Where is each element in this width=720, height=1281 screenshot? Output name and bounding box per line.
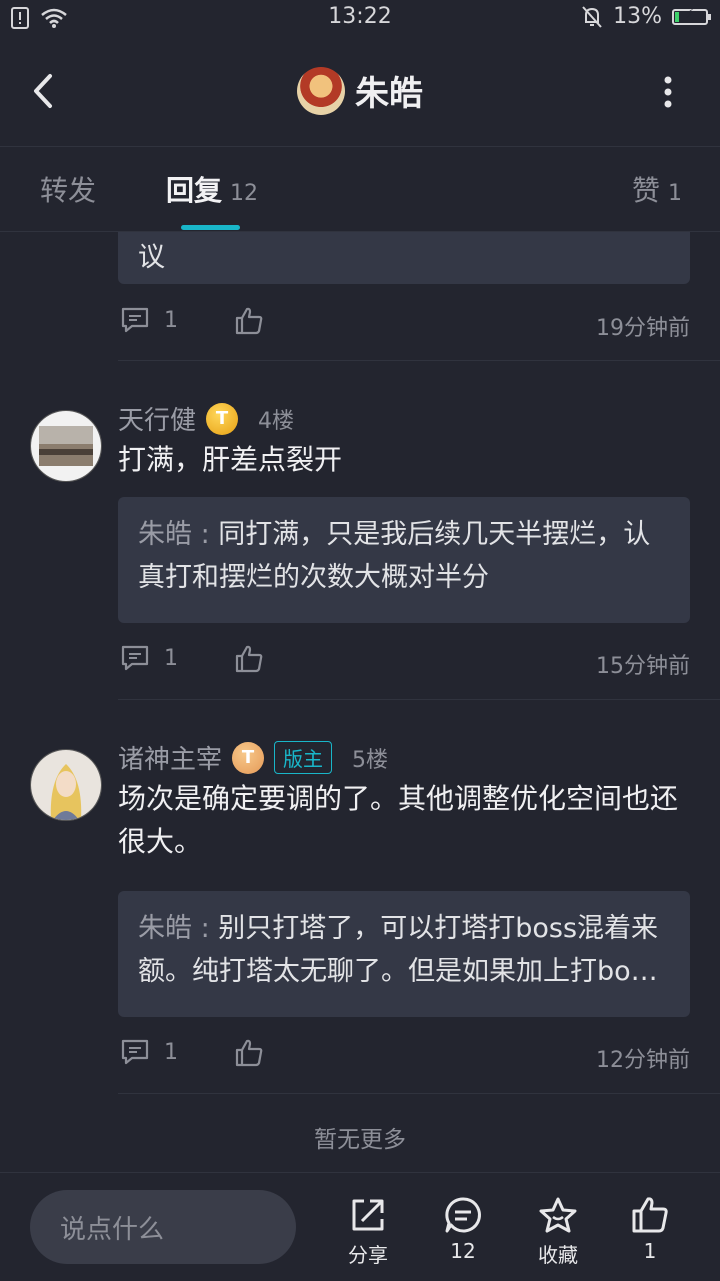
avatar-image (31, 750, 101, 820)
status-bar: 13:22 13% ⚡ (0, 0, 720, 36)
tab-reply-count: 12 (230, 181, 259, 206)
quote-card[interactable]: 议 (118, 232, 690, 284)
comment-icon (121, 645, 149, 671)
likes-count: 1 (643, 1239, 657, 1263)
tab-likes[interactable]: 赞1 (632, 169, 682, 209)
reply-time: 19分钟前 (596, 316, 690, 341)
tab-reply-label: 回复 (166, 174, 223, 207)
comment-count: 1 (164, 307, 178, 333)
battery-percent: 13% (613, 4, 662, 29)
post-content: 打满，肝差点裂开 (118, 443, 343, 476)
author-avatar[interactable] (297, 66, 345, 115)
like-button[interactable] (234, 644, 264, 674)
comment-count: 1 (164, 1039, 178, 1065)
author-name[interactable]: 诸神主宰 (118, 739, 222, 776)
author-row: 诸神主宰 T 版主 5楼 (118, 739, 388, 776)
thumbs-up-icon (235, 645, 263, 673)
moderator-badge: 版主 (274, 741, 333, 774)
floor-number: 5楼 (352, 747, 389, 773)
divider (118, 1093, 720, 1094)
tab-forward[interactable]: 转发 (40, 169, 96, 209)
end-of-list-text: 暂无更多 (314, 1127, 406, 1153)
share-button[interactable]: 分享 (328, 1195, 408, 1268)
avatar[interactable] (30, 749, 102, 821)
page-title: 朱皓 (355, 74, 423, 114)
like-button[interactable] (234, 306, 264, 336)
reply-list[interactable]: 议 1 19分钟前 天行健 T 4楼 打满，肝差点裂开 朱皓 : 同打满，只是我… (0, 232, 720, 1172)
comment-count: 1 (164, 645, 178, 671)
bottom-action-bar: 说点什么 分享 12 收藏 1 (0, 1172, 720, 1281)
tab-likes-label: 赞 (632, 174, 661, 207)
floor-number: 4楼 (258, 408, 295, 434)
quote-text: 议 (138, 242, 165, 273)
like-post-button[interactable]: 1 (610, 1195, 690, 1263)
avatar-image (31, 411, 101, 481)
star-icon (539, 1197, 577, 1233)
comments-count: 12 (450, 1239, 476, 1263)
more-vertical-icon (664, 76, 672, 108)
level-badge-icon: T (232, 741, 265, 774)
comment-button[interactable]: 1 (120, 644, 178, 672)
thumbs-up-icon (235, 1039, 263, 1067)
quote-author: 朱皓 : (138, 913, 219, 944)
quote-card[interactable]: 朱皓 : 同打满，只是我后续几天半摆烂，认真打和摆烂的次数大概对半分 (118, 497, 690, 623)
comment-icon (121, 1039, 149, 1065)
author-row: 天行健 T 4楼 (118, 400, 294, 437)
divider (118, 699, 720, 700)
thumbs-up-icon (235, 307, 263, 335)
tab-reply[interactable]: 回复 12 (166, 169, 258, 209)
avatar[interactable] (30, 410, 102, 482)
top-app-bar: 朱皓 (0, 36, 720, 147)
comment-bubble-icon (445, 1197, 481, 1233)
reply-actions: 1 15分钟前 (118, 644, 690, 684)
comment-button[interactable]: 1 (120, 306, 178, 334)
comments-button[interactable]: 12 (423, 1195, 503, 1263)
active-tab-indicator (181, 225, 240, 230)
comment-button[interactable]: 1 (120, 1038, 178, 1066)
level-badge-icon: T (206, 402, 239, 435)
share-icon (352, 1199, 384, 1231)
tab-likes-count: 1 (668, 181, 683, 206)
like-button[interactable] (234, 1038, 264, 1068)
favorite-button[interactable]: 收藏 (518, 1195, 598, 1268)
quote-card[interactable]: 朱皓 : 别只打塔了，可以打塔打boss混着来额。纯打塔太无聊了。但是如果加上打… (118, 891, 690, 1017)
post-content: 场次是确定要调的了。其他调整优化空间也还很大。 (118, 782, 679, 858)
reply-actions: 1 19分钟前 (118, 306, 690, 346)
tab-bar: 转发 回复 12 赞1 (0, 147, 720, 232)
reply-time: 15分钟前 (596, 654, 690, 679)
divider (118, 360, 720, 361)
mute-bell-icon (582, 5, 602, 28)
share-label: 分享 (348, 1243, 388, 1267)
more-options-button[interactable] (656, 72, 680, 112)
quote-author: 朱皓 : (138, 519, 219, 550)
reply-actions: 1 12分钟前 (118, 1038, 690, 1078)
battery-icon: ⚡ (672, 7, 711, 25)
tab-forward-label: 转发 (40, 174, 97, 207)
author-name[interactable]: 天行健 (118, 400, 196, 437)
status-icons-right: 13% ⚡ (581, 4, 711, 29)
comment-icon (121, 307, 149, 333)
favorite-label: 收藏 (538, 1243, 578, 1267)
title-group: 朱皓 (0, 66, 720, 115)
reply-time: 12分钟前 (596, 1048, 690, 1073)
comment-input[interactable]: 说点什么 (30, 1190, 296, 1264)
thumbs-up-icon (632, 1197, 668, 1233)
